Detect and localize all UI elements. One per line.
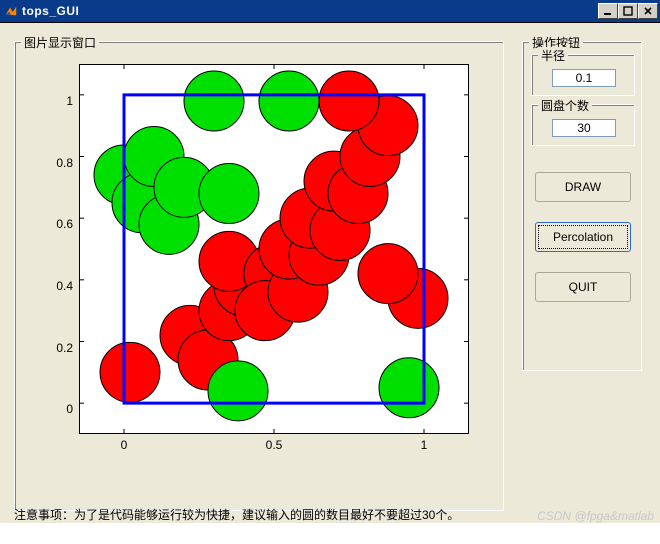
y-tick-label: 0.6 (56, 217, 79, 231)
control-panel: 操作按钮 半径 圆盘个数 DRAW Percolation QUIT (522, 41, 642, 371)
plot-panel-title: 图片显示窗口 (21, 34, 99, 51)
note-text: 注意事项：为了是代码能够运行较为快捷，建议输入的圆的数目最好不要超过30个。 (14, 506, 459, 523)
radius-label: 半径 (538, 47, 568, 64)
radius-group: 半径 (531, 54, 635, 96)
count-label: 圆盘个数 (538, 97, 592, 114)
draw-button[interactable]: DRAW (535, 172, 631, 202)
maximize-button[interactable] (618, 3, 638, 19)
y-tick-label: 1 (66, 94, 79, 108)
minimize-button[interactable] (598, 3, 618, 19)
window-title: tops_GUI (22, 4, 598, 18)
watermark-text: CSDN @fpga&matlab (537, 509, 654, 523)
count-input[interactable] (552, 119, 616, 137)
quit-button[interactable]: QUIT (535, 272, 631, 302)
count-group: 圆盘个数 (531, 104, 635, 146)
scatter-plot (79, 64, 469, 434)
y-tick-label: 0.4 (56, 279, 79, 293)
plot-panel: 图片显示窗口 00.20.40.60.8100.51 (14, 41, 504, 511)
close-button[interactable] (638, 3, 658, 19)
x-tick-label: 1 (421, 434, 428, 452)
radius-input[interactable] (552, 69, 616, 87)
x-tick-label: 0.5 (266, 434, 283, 452)
percolation-button[interactable]: Percolation (535, 222, 631, 252)
window-titlebar: tops_GUI (0, 0, 660, 23)
y-tick-label: 0.2 (56, 341, 79, 355)
matlab-icon (4, 4, 18, 18)
main-axes: 00.20.40.60.8100.51 (79, 64, 469, 434)
y-tick-label: 0 (66, 402, 79, 416)
x-tick-label: 0 (121, 434, 128, 452)
y-tick-label: 0.8 (56, 156, 79, 170)
